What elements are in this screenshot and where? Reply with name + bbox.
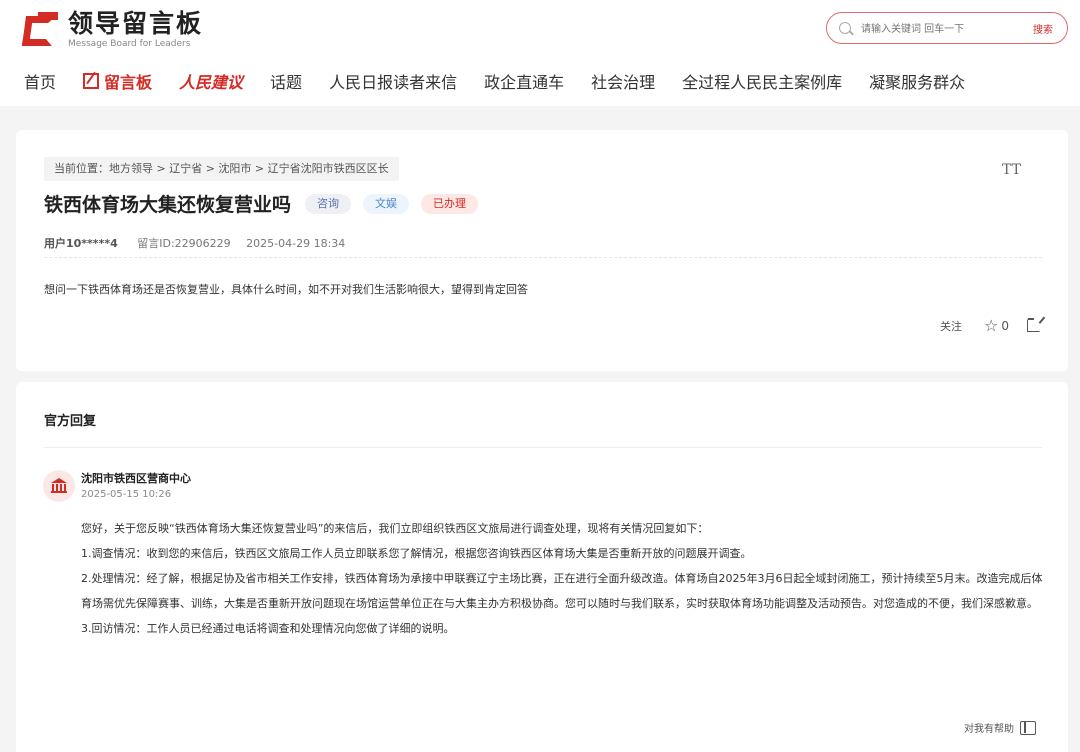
message-card: 当前位置：地方领导 > 辽宁省 > 沈阳市 > 辽宁省沈阳市铁西区区长 TT 铁… xyxy=(16,130,1068,371)
reply-time: 2025-05-15 10:26 xyxy=(81,489,172,500)
reply-body: 您好，关于您反映“铁西体育场大集还恢复营业吗”的来信后，我们立即组织铁西区文旅局… xyxy=(81,516,1043,641)
nav-home-label: 首页 xyxy=(24,73,57,92)
nav-democracy-cases[interactable]: 全过程人民民主案例库 xyxy=(682,69,842,93)
nav-social-governance-label: 社会治理 xyxy=(591,73,656,92)
reply-card: 官方回复 沈阳市铁西区营商中心 2025-05-15 10:26 您好，关于您反… xyxy=(16,382,1068,752)
nav-topics-label: 话题 xyxy=(270,73,303,92)
pen-icon xyxy=(83,73,100,89)
message-meta: 用户10*****4 留言ID:22906229 2025-04-29 18:3… xyxy=(44,235,345,251)
tag-culture: 文娱 xyxy=(363,193,410,214)
reply-paragraph: 3.回访情况：工作人员已经通过电话将调查和处理情况向您做了详细的说明。 xyxy=(81,622,455,635)
nav-enterprise-express-label: 政企直通车 xyxy=(484,73,565,92)
reply-paragraph: 您好，关于您反映“铁西体育场大集还恢复营业吗”的来信后，我们立即组织铁西区文旅局… xyxy=(81,522,709,535)
nav-social-governance[interactable]: 社会治理 xyxy=(591,69,655,93)
font-size-icon[interactable]: TT xyxy=(1002,162,1021,178)
message-actions: 关注 ☆ 0 xyxy=(940,316,1040,335)
star-count: 0 xyxy=(1001,318,1009,333)
helpful-button[interactable]: 对我有帮助 xyxy=(964,720,1036,735)
helpful-label: 对我有帮助 xyxy=(964,724,1014,735)
nav-people-suggestion-label: 人民建议 xyxy=(179,73,244,92)
logo-title: 领导留言板 xyxy=(68,9,204,38)
share-icon[interactable] xyxy=(1027,318,1040,332)
message-content: 想问一下铁西体育场还是否恢复营业，具体什么时间，如不开对我们生活影响很大，望得到… xyxy=(44,283,528,296)
government-building-icon xyxy=(43,470,75,502)
search-input[interactable] xyxy=(861,19,1011,39)
logo-mark-icon xyxy=(21,11,60,48)
nav-reader-letters-label: 人民日报读者来信 xyxy=(329,73,458,92)
nav-topics[interactable]: 话题 xyxy=(270,69,302,93)
tag-consult: 咨询 xyxy=(305,193,352,214)
user-name: 用户10*****4 xyxy=(44,237,118,250)
nav-message-board[interactable]: 留言板 xyxy=(83,69,152,93)
page-title: 铁西体育场大集还恢复营业吗 xyxy=(44,194,292,216)
site-header: 领导留言板 Message Board for Leaders 搜索 首页 留言… xyxy=(0,0,1080,106)
logo-subtitle: Message Board for Leaders xyxy=(68,39,191,49)
status-badge: 已办理 xyxy=(421,193,479,214)
message-date: 2025-04-29 18:34 xyxy=(246,237,346,250)
search-button[interactable]: 搜索 xyxy=(1033,21,1053,36)
nav-serve-masses-label: 凝聚服务群众 xyxy=(869,73,966,92)
reply-paragraph: 1.调查情况：收到您的来信后，铁西区文旅局工作人员立即联系您了解情况，根据您咨询… xyxy=(81,547,752,560)
nav-serve-masses[interactable]: 凝聚服务群众 xyxy=(869,69,965,93)
search-box: 搜索 xyxy=(826,12,1068,44)
title-row: 铁西体育场大集还恢复营业吗 咨询 文娱 已办理 xyxy=(44,190,479,217)
divider xyxy=(44,447,1042,448)
reply-heading: 官方回复 xyxy=(44,414,97,429)
follow-button[interactable]: 关注 xyxy=(940,318,962,334)
nav-enterprise-express[interactable]: 政企直通车 xyxy=(484,69,564,93)
site-logo[interactable]: 领导留言板 Message Board for Leaders xyxy=(21,9,204,49)
nav-message-board-label: 留言板 xyxy=(104,73,153,92)
nav-people-suggestion[interactable]: 人民建议 xyxy=(179,69,243,93)
search-icon xyxy=(839,22,851,34)
reply-org-name: 沈阳市铁西区营商中心 xyxy=(81,472,191,485)
reply-paragraph: 2.处理情况：经了解，根据足协及省市相关工作安排，铁西体育场为承接中甲联赛辽宁主… xyxy=(81,572,1043,610)
nav-reader-letters[interactable]: 人民日报读者来信 xyxy=(329,69,457,93)
star-icon[interactable]: ☆ xyxy=(984,316,998,335)
main-nav: 首页 留言板 人民建议 话题 人民日报读者来信 政企直通车 社会治理 全过程人民… xyxy=(24,66,992,96)
breadcrumb: 当前位置：地方领导 > 辽宁省 > 沈阳市 > 辽宁省沈阳市铁西区区长 xyxy=(44,157,399,181)
divider xyxy=(44,257,1042,258)
thumbs-up-icon xyxy=(1020,720,1036,735)
nav-democracy-cases-label: 全过程人民民主案例库 xyxy=(682,73,843,92)
message-id: 留言ID:22906229 xyxy=(137,237,231,250)
nav-home[interactable]: 首页 xyxy=(24,69,56,93)
